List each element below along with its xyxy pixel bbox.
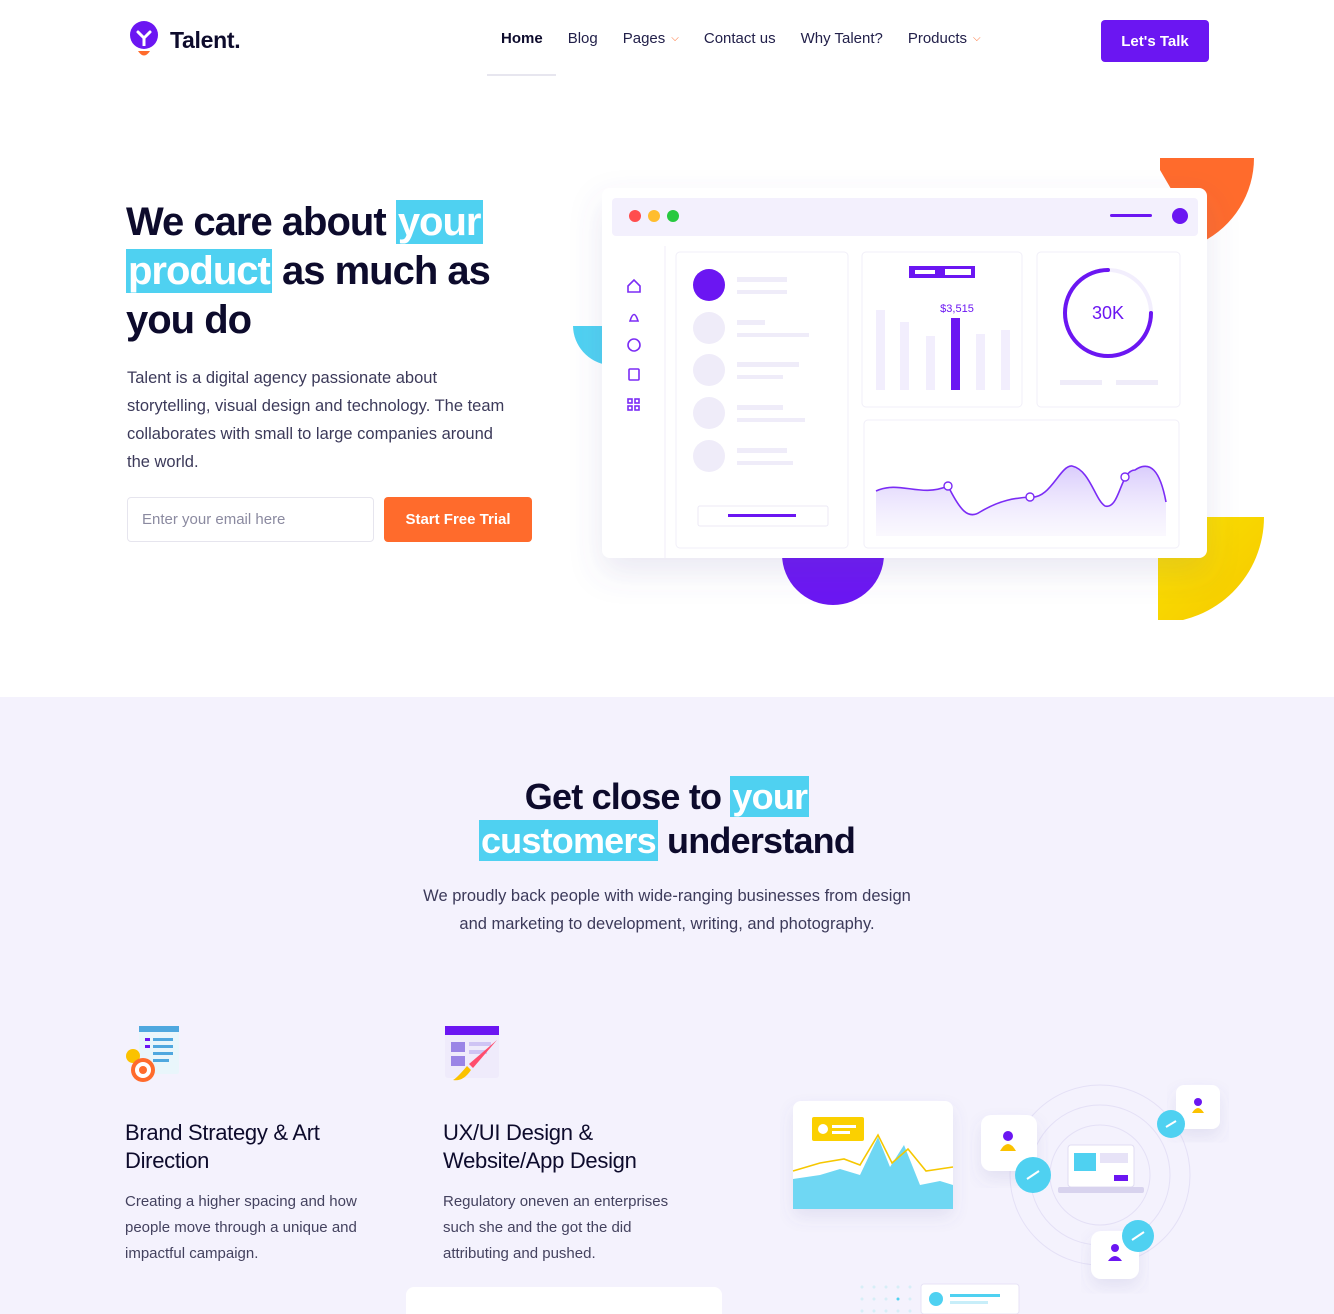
nav-why-talent[interactable]: Why Talent? xyxy=(801,30,883,47)
hero-title-highlight: your xyxy=(395,200,483,244)
brand-strategy-icon xyxy=(126,1026,179,1082)
ux-design-icon xyxy=(445,1026,499,1081)
nav-products[interactable]: Products ⌵ xyxy=(908,30,981,47)
nav-products-label: Products xyxy=(907,30,968,47)
section-title: Get close to your customers understand xyxy=(0,775,1334,863)
dashboard-illustration: $3,515 30K xyxy=(573,158,1264,620)
brand-name: Talent. xyxy=(170,26,241,53)
gauge-value-label: 30K xyxy=(1092,303,1124,323)
feature-description: Regulatory oneven an enterprises such sh… xyxy=(443,1193,669,1262)
hero-description: Talent is a digital agency passionate ab… xyxy=(127,369,505,471)
nav-contact[interactable]: Contact us xyxy=(704,30,776,47)
lets-talk-button[interactable]: Let's Talk xyxy=(1101,20,1209,62)
bar-value-label: $3,515 xyxy=(940,303,974,315)
section-title-part: Get close to xyxy=(524,776,722,817)
top-navigation: Talent. Home Blog Pages ⌵ Contact us Why … xyxy=(0,0,1334,82)
network-illustration xyxy=(792,1084,1220,1314)
nav-pages[interactable]: Pages ⌵ xyxy=(623,30,679,47)
hero-title-part: We care about xyxy=(126,200,387,244)
nav-home[interactable]: Home xyxy=(501,30,543,47)
lightbulb-logo-icon xyxy=(130,21,158,56)
nav-why-label: Why Talent? xyxy=(800,30,883,47)
section-description-line: We proudly back people with wide-ranging… xyxy=(423,887,911,905)
hero-title: We care about your product as much as yo… xyxy=(126,198,546,345)
start-free-trial-button[interactable]: Start Free Trial xyxy=(384,497,532,542)
chevron-down-icon: ⌵ xyxy=(973,33,981,44)
feature-title: Brand Strategy & Art Direction xyxy=(125,1120,320,1173)
active-nav-indicator xyxy=(487,74,556,76)
nav-home-label: Home xyxy=(501,30,543,47)
chevron-down-icon: ⌵ xyxy=(671,33,679,44)
nav-contact-label: Contact us xyxy=(703,30,776,47)
section-title-part: understand xyxy=(667,820,856,861)
section-title-highlight: customers xyxy=(478,820,658,861)
nav-blog-label: Blog xyxy=(567,30,598,47)
section-description-line: and marketing to development, writing, a… xyxy=(459,915,875,933)
section-title-highlight: your xyxy=(730,776,810,817)
nav-pages-label: Pages xyxy=(622,30,666,47)
hero-title-highlight: product xyxy=(126,249,272,293)
feature-title: UX/UI Design & Website/App Design xyxy=(443,1120,637,1173)
bottom-card xyxy=(406,1287,722,1314)
feature-card-ux-design: UX/UI Design & Website/App Design Regula… xyxy=(443,1024,703,1267)
feature-card-brand-strategy: Brand Strategy & Art Direction Creating … xyxy=(125,1024,385,1267)
section-description: We proudly back people with wide-ranging… xyxy=(0,882,1334,938)
feature-description: Creating a higher spacing and how people… xyxy=(125,1193,357,1262)
logo[interactable]: Talent. xyxy=(128,20,241,60)
hero-title-part: you do xyxy=(126,298,252,342)
hero-title-part: as much as xyxy=(282,249,491,293)
nav-blog[interactable]: Blog xyxy=(568,30,598,47)
email-input[interactable] xyxy=(127,497,374,542)
main-menu: Home Blog Pages ⌵ Contact us Why Talent? … xyxy=(501,30,1006,47)
